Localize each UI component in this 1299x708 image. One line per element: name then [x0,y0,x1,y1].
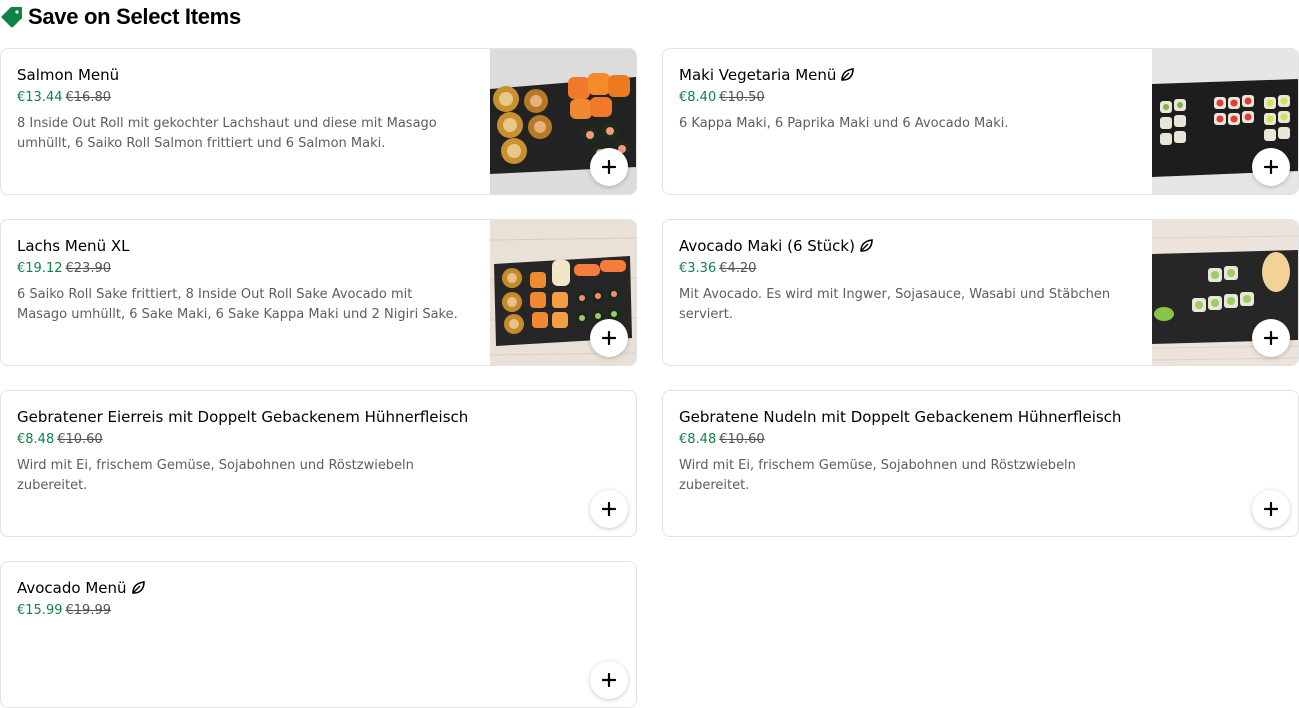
leaf-icon [131,581,145,595]
leaf-icon [840,68,855,82]
item-old-price: €10.60 [719,432,765,447]
item-title: Gebratene Nudeln mit Doppelt Gebackenem … [679,408,1122,426]
plus-icon [602,673,616,687]
leaf-icon [859,239,873,253]
item-title: Maki Vegetaria Menü [679,66,837,84]
item-old-price: €19.99 [65,603,112,618]
plus-icon [602,502,616,516]
item-description: 8 Inside Out Roll mit gekochter Lachshau… [17,116,437,151]
menu-item-card[interactable]: Maki Vegetaria Menü €8.40 €10.50 6 Kappa … [662,48,1299,195]
add-to-cart-button[interactable] [590,319,628,357]
item-old-price: €10.50 [719,90,765,105]
menu-item-card[interactable]: Salmon Menü €13.44 €16.80 8 Inside Out Ro… [0,48,637,195]
item-description: Mit Avocado. Es wird mit Ingwer, Sojasau… [679,287,1111,322]
item-title: Salmon Menü [17,66,120,84]
item-title: Avocado Maki (6 Stück) [679,237,855,255]
item-old-price: €4.20 [719,261,757,276]
plus-icon [1264,331,1278,345]
menu-item-card[interactable]: Avocado Menü €15.99 €19.99 [0,561,637,708]
plus-icon [602,160,616,174]
item-old-price: €16.80 [65,90,112,105]
plus-icon [1264,502,1278,516]
item-price: €15.99 [17,603,63,618]
item-price: €8.48 [17,432,55,447]
add-to-cart-button[interactable] [590,661,628,699]
plus-icon [602,331,616,345]
item-title: Lachs Menü XL [17,237,130,255]
menu-item-card[interactable]: Gebratener Eierreis mit Doppelt Gebacken… [0,390,637,537]
item-description: Wird mit Ei, frischem Gemüse, Sojabohnen… [679,458,1076,493]
menu-item-card[interactable]: Gebratene Nudeln mit Doppelt Gebackenem … [662,390,1299,537]
item-price: €19.12 [17,261,63,276]
item-price: €3.36 [679,261,717,276]
item-description: 6 Kappa Maki, 6 Paprika Maki und 6 Avoca… [679,116,1009,131]
add-to-cart-button[interactable] [1252,319,1290,357]
item-description: Wird mit Ei, frischem Gemüse, Sojabohnen… [17,458,414,493]
section-title: Save on Select Items [28,4,241,29]
add-to-cart-button[interactable] [590,490,628,528]
tag-icon [0,5,24,29]
add-to-cart-button[interactable] [1252,490,1290,528]
item-old-price: €23.90 [65,261,112,276]
item-price: €8.40 [679,90,717,105]
add-to-cart-button[interactable] [1252,148,1290,186]
item-title: Gebratener Eierreis mit Doppelt Gebacken… [17,408,469,426]
item-price: €13.44 [17,90,63,105]
plus-icon [1264,160,1278,174]
section-header: Save on Select Items [0,2,241,32]
menu-item-card[interactable]: Avocado Maki (6 Stück) €3.36 €4.20 Mit Av… [662,219,1299,366]
item-description: 6 Saiko Roll Sake frittiert, 8 Inside Ou… [17,287,458,322]
item-title: Avocado Menü [17,579,127,597]
item-price: €8.48 [679,432,717,447]
add-to-cart-button[interactable] [590,148,628,186]
menu-item-card[interactable]: Lachs Menü XL €19.12 €23.90 6 Saiko Roll … [0,219,637,366]
item-old-price: €10.60 [57,432,103,447]
